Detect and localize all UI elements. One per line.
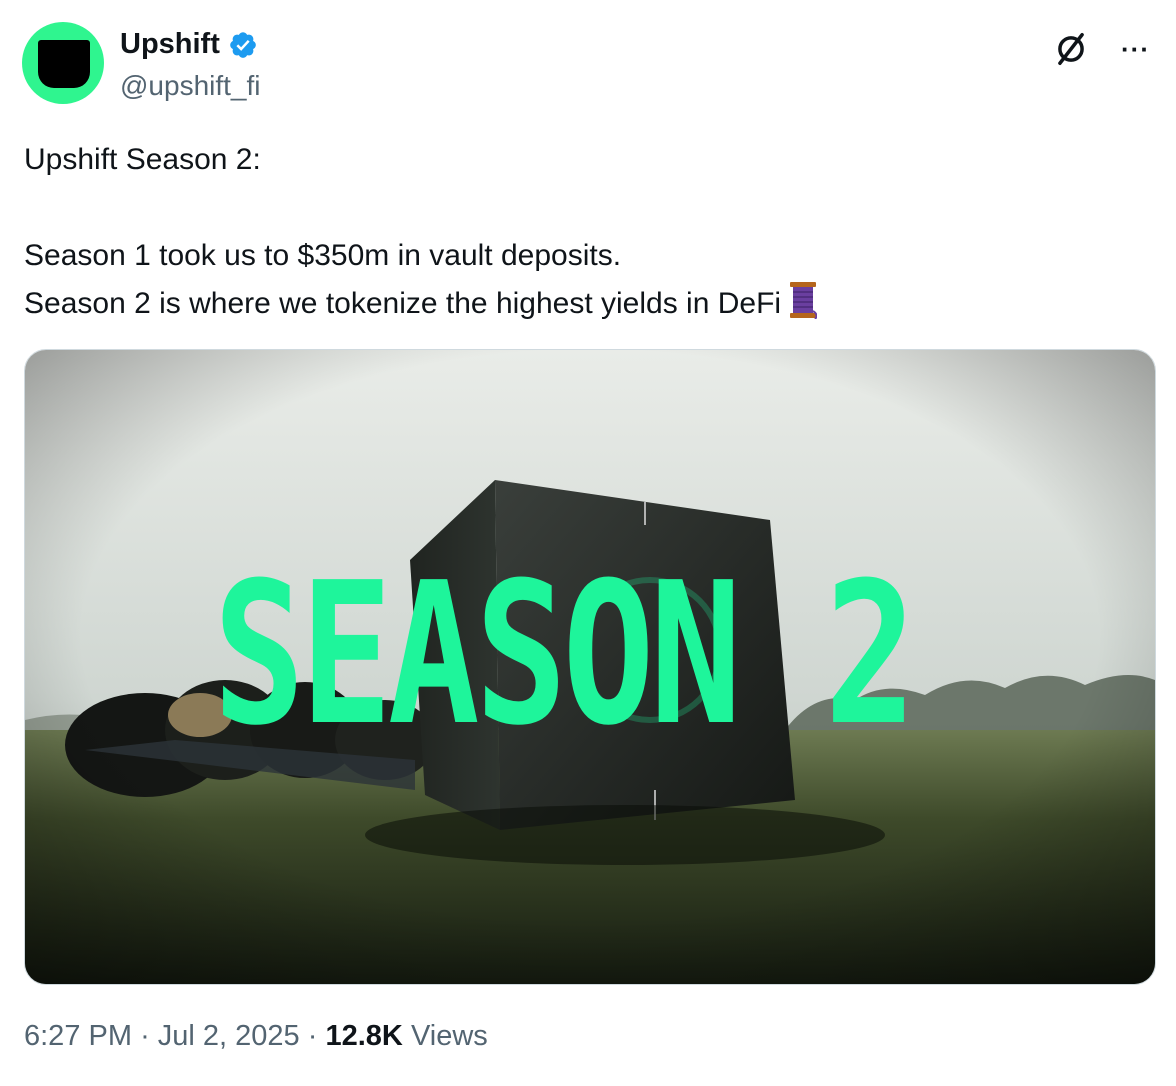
tweet-line: Season 1 took us to $350m in vault depos…: [24, 239, 622, 272]
author-name-row: Upshift: [120, 28, 258, 61]
tweet-line: Upshift Season 2:: [24, 143, 261, 176]
author-handle[interactable]: @upshift_fi: [120, 70, 261, 102]
avatar[interactable]: [22, 22, 104, 104]
meta-separator: ·: [140, 1020, 150, 1052]
author-name[interactable]: Upshift: [120, 28, 220, 61]
tweet-date[interactable]: Jul 2, 2025: [158, 1020, 300, 1052]
link-icon[interactable]: [1052, 30, 1090, 68]
tweet-meta: 6:27 PM · Jul 2, 2025 · 12.8K Views: [24, 1020, 488, 1053]
meta-separator: ·: [307, 1020, 318, 1052]
tweet-time[interactable]: 6:27 PM: [24, 1020, 132, 1052]
tweet-line: Season 2 is where we tokenize the highes…: [24, 280, 1144, 328]
tweet-media[interactable]: SEASON 2: [24, 349, 1156, 985]
views-label: Views: [410, 1020, 488, 1052]
views-count: 12.8K: [325, 1020, 403, 1052]
verified-badge-icon: [230, 31, 256, 58]
tweet-header: Upshift @upshift_fi ···: [22, 22, 1154, 106]
upshift-logo-icon: [38, 40, 90, 88]
thread-spool-icon: [790, 282, 818, 319]
tweet-text: Upshift Season 2: Season 1 took us to $3…: [24, 136, 1144, 328]
more-icon[interactable]: ···: [1121, 34, 1150, 65]
media-overlay-text: SEASON 2: [213, 541, 917, 769]
